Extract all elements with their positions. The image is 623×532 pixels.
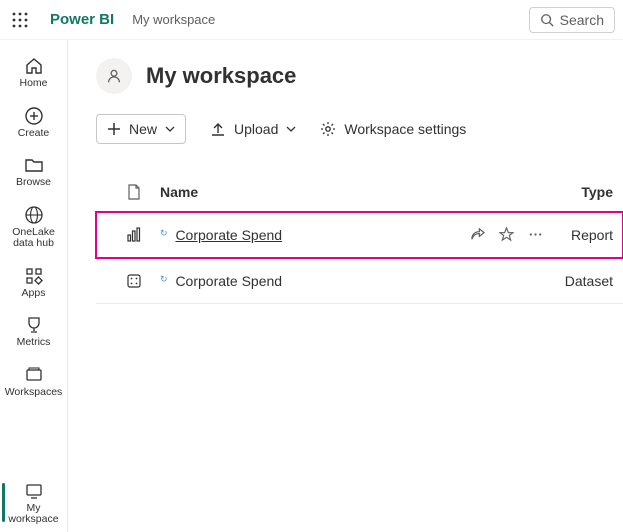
nav-onelake[interactable]: OneLake data hub [0, 197, 68, 256]
nav-my-workspace[interactable]: My workspace [0, 473, 68, 532]
main: My workspace New Upload Workspace settin… [68, 40, 623, 532]
table-header: Name Type [96, 172, 623, 212]
more-icon[interactable] [528, 227, 543, 242]
dataset-icon [126, 273, 142, 289]
nav-browse[interactable]: Browse [0, 147, 68, 195]
table-row[interactable]: ↻ Corporate Spend Dataset [96, 258, 623, 304]
favorite-icon[interactable] [499, 227, 514, 242]
upload-icon [210, 121, 226, 137]
app-launcher-icon[interactable] [8, 8, 32, 32]
search-input[interactable]: Search [529, 7, 615, 33]
avatar [96, 58, 132, 94]
toolbar: New Upload Workspace settings [96, 114, 623, 144]
brand-label: Power BI [50, 11, 114, 28]
chevron-down-icon [165, 124, 175, 134]
header-name[interactable]: Name [154, 184, 439, 200]
leftnav: Home Create Browse OneLake data hub Apps… [0, 40, 68, 532]
breadcrumb[interactable]: My workspace [132, 12, 215, 27]
monitor-icon [24, 481, 44, 501]
nav-workspaces[interactable]: Workspaces [0, 357, 68, 405]
page-title: My workspace [146, 63, 296, 89]
table-row[interactable]: ↻ Corporate Spend Report [96, 212, 623, 258]
document-icon [127, 184, 141, 200]
search-placeholder: Search [560, 12, 604, 28]
refresh-indicator-icon: ↻ [160, 274, 168, 284]
share-icon[interactable] [470, 227, 485, 242]
row-type-icon [114, 273, 154, 289]
folder-icon [24, 155, 44, 175]
plus-icon [107, 122, 121, 136]
item-type: Report [549, 227, 619, 243]
chevron-down-icon [286, 124, 296, 134]
nav-home[interactable]: Home [0, 48, 68, 96]
apps-icon [24, 266, 44, 286]
person-icon [105, 67, 123, 85]
report-icon [126, 227, 142, 243]
new-button[interactable]: New [96, 114, 186, 144]
header-type[interactable]: Type [549, 184, 619, 200]
item-name[interactable]: Corporate Spend [175, 273, 282, 289]
row-type-icon [114, 227, 154, 243]
home-icon [24, 56, 44, 76]
workspace-header: My workspace [96, 58, 623, 94]
trophy-icon [24, 315, 44, 335]
workspace-settings-button[interactable]: Workspace settings [320, 121, 466, 137]
globe-icon [24, 205, 44, 225]
plus-circle-icon [24, 106, 44, 126]
search-icon [540, 13, 554, 27]
nav-apps[interactable]: Apps [0, 258, 68, 306]
upload-button[interactable]: Upload [210, 121, 296, 137]
gear-icon [320, 121, 336, 137]
nav-create[interactable]: Create [0, 98, 68, 146]
content-table: Name Type ↻ Corporate Spend [96, 172, 623, 304]
item-name-link[interactable]: Corporate Spend [175, 227, 282, 243]
workspaces-icon [24, 365, 44, 385]
topbar: Power BI My workspace Search [0, 0, 623, 40]
nav-metrics[interactable]: Metrics [0, 307, 68, 355]
item-type: Dataset [549, 273, 619, 289]
header-icon-col [114, 184, 154, 200]
refresh-indicator-icon: ↻ [160, 228, 168, 238]
